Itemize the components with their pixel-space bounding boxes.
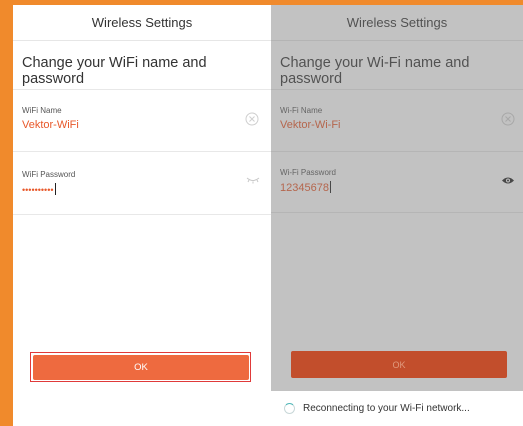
wifi-password-label: WiFi Password (22, 170, 76, 179)
password-masked-text: •••••••••• (22, 185, 54, 195)
divider (13, 89, 271, 90)
left-wireless-settings-screen: Wireless Settings Change your WiFi name … (13, 5, 271, 426)
wifi-password-field[interactable]: •••••••••• (22, 183, 56, 195)
page-subtitle: Change your WiFi name and password (22, 55, 207, 87)
status-text: Reconnecting to your Wi-Fi network... (303, 403, 470, 414)
divider (13, 151, 271, 152)
text-cursor (54, 183, 56, 195)
wifi-name-label: WiFi Name (22, 106, 62, 115)
header-title: Wireless Settings (91, 15, 193, 30)
clear-circle-icon[interactable] (245, 112, 259, 126)
status-toast: Reconnecting to your Wi-Fi network... (271, 391, 523, 426)
wifi-name-field[interactable]: Vektor-WiFi (22, 119, 79, 131)
spinner-icon (284, 403, 295, 414)
right-wireless-settings-screen: Wireless Settings Change your Wi-Fi name… (271, 5, 523, 426)
loading-overlay (271, 5, 523, 391)
ok-button[interactable]: OK (33, 355, 249, 380)
header-bar: Wireless Settings (13, 5, 271, 41)
ok-button-disabled: OK (291, 351, 507, 378)
divider (13, 214, 271, 215)
eye-closed-icon[interactable] (246, 177, 260, 185)
